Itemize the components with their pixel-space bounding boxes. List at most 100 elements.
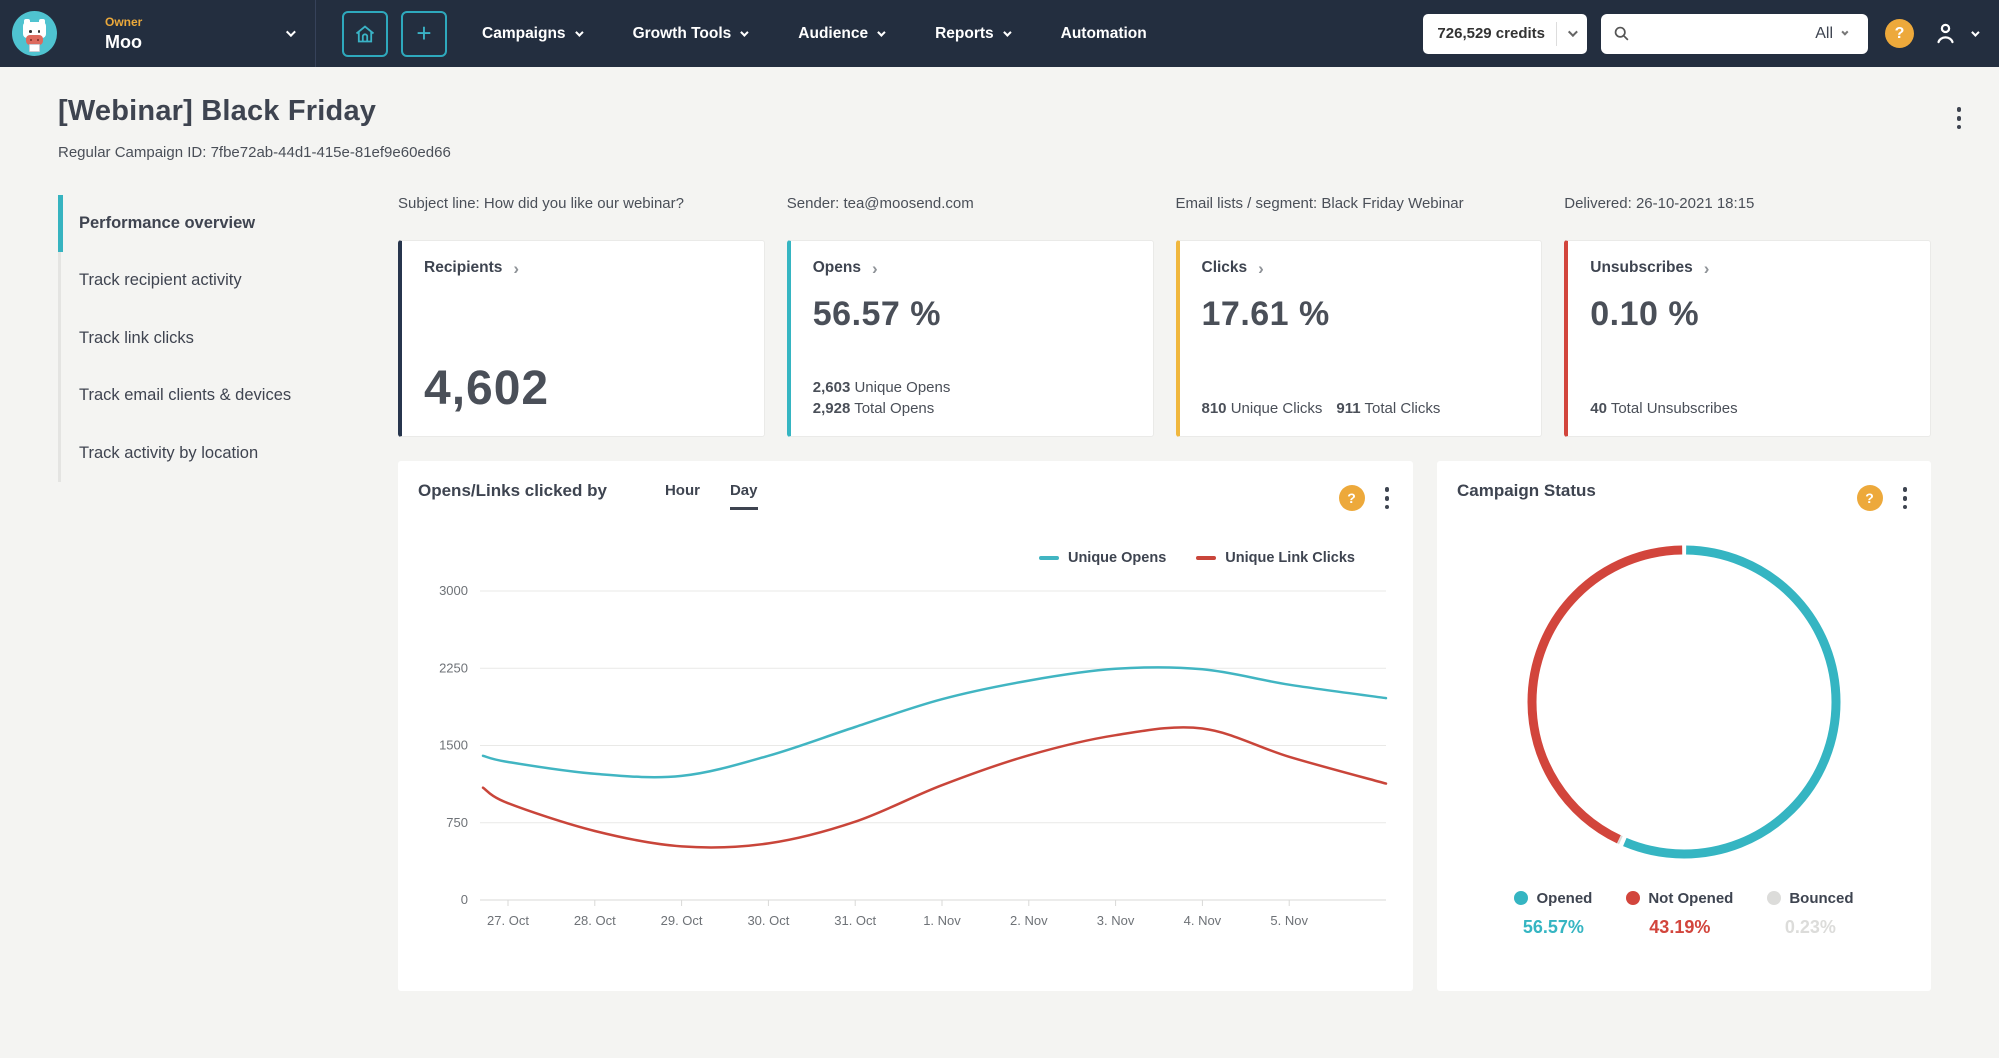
menu-label: Automation (1060, 24, 1147, 42)
legend-percent: 43.19% (1649, 916, 1711, 937)
clicks-card-link[interactable]: Clicks › (1202, 259, 1520, 277)
opens-rate: 56.57 % (812, 295, 942, 333)
owner-label: Owner (105, 14, 143, 29)
legend-label: Unique Opens (1067, 549, 1167, 566)
panel-title: Campaign Status (1457, 481, 1596, 500)
sidebar-item-track-recipient-activity[interactable]: Track recipient activity (58, 252, 340, 310)
question-mark-icon: ? (1894, 24, 1905, 42)
credits-count: 726,529 credits (1437, 25, 1545, 42)
navbar-divider (315, 0, 316, 67)
chevron-down-icon (1567, 27, 1578, 38)
main-menu: Campaigns Growth Tools Audience Reports … (482, 25, 1199, 43)
legend-percent: 0.23% (1784, 916, 1836, 937)
help-button[interactable]: ? (1856, 485, 1883, 512)
unsubscribes-rate: 0.10 % (1590, 295, 1700, 333)
legend-label: Not Opened (1648, 889, 1734, 907)
plus-icon: + (416, 18, 432, 48)
chevron-down-icon (877, 27, 886, 37)
card-title: Clicks (1201, 259, 1248, 276)
unsubscribes-card: Unsubscribes › 0.10 % 40 Total Unsubscri… (1564, 240, 1931, 437)
sidebar-item-track-link-clicks[interactable]: Track link clicks (58, 309, 340, 368)
page-title: [Webinar] Black Friday (58, 95, 377, 127)
email-lists-segment: Email lists / segment: Black Friday Webi… (1175, 195, 1464, 212)
main-column: Subject line: How did you like our webin… (398, 183, 1931, 991)
svg-text:750: 750 (446, 814, 468, 829)
menu-item-reports[interactable]: Reports (935, 25, 1012, 43)
svg-text:28. Oct: 28. Oct (574, 913, 616, 928)
sidebar-item-track-email-clients[interactable]: Track email clients & devices (58, 367, 340, 425)
top-navbar: Owner Moo + Campaigns Growth Tools Audie… (0, 0, 1999, 67)
menu-label: Growth Tools (632, 24, 732, 42)
help-button[interactable]: ? (1338, 485, 1365, 512)
account-switcher[interactable]: Owner Moo (105, 14, 296, 53)
chevron-down-icon (740, 27, 749, 37)
campaign-id: Regular Campaign ID: 7fbe72ab-44d1-415e-… (58, 144, 451, 161)
search-input[interactable] (1638, 25, 1816, 42)
donut-legend: Opened 56.57% Not Opened 43.19% Bounced … (1457, 890, 1911, 938)
menu-item-campaigns[interactable]: Campaigns (482, 24, 584, 43)
tab-hour[interactable]: Hour (665, 482, 700, 510)
unsubscribes-stats: 40 Total Unsubscribes (1590, 400, 1738, 418)
menu-item-audience[interactable]: Audience (798, 24, 886, 43)
svg-text:3. Nov: 3. Nov (1097, 913, 1135, 928)
opens-links-line-chart: 0 750 1500 2250 3000 27. Oct 28. Oct 29. Oct 30.… (439, 583, 1388, 928)
legend-unique-opens[interactable]: Unique Opens (1038, 549, 1167, 566)
svg-text:30. Oct: 30. Oct (747, 913, 789, 928)
svg-text:0: 0 (461, 892, 468, 907)
menu-item-growth-tools[interactable]: Growth Tools (632, 24, 749, 43)
legend-unique-link-clicks[interactable]: Unique Link Clicks (1196, 550, 1355, 566)
chevron-down-icon (1971, 27, 1980, 37)
create-new-button[interactable]: + (401, 10, 447, 57)
menu-label: Audience (798, 24, 869, 42)
clicks-stats: 810 Unique Clicks 911 Total Clicks (1201, 400, 1441, 418)
campaign-status-panel: Campaign Status ? Opened 56.57% Not Open… (1437, 461, 1931, 991)
navbar-right: 726,529 credits All ? (1423, 13, 1980, 54)
legend-opened[interactable]: Opened 56.57% (1514, 890, 1592, 938)
sidebar-item-track-activity-by-location[interactable]: Track activity by location (58, 424, 340, 483)
menu-item-automation[interactable]: Automation (1061, 25, 1147, 43)
credits-dropdown[interactable]: 726,529 credits (1423, 13, 1587, 54)
delivered-date: Delivered: 26-10-2021 18:15 (1564, 195, 1755, 212)
home-button[interactable] (342, 10, 388, 57)
metric-cards: Recipients › 4,602 Opens › 56.57 % 2,603… (398, 240, 1931, 437)
cow-nostril (37, 39, 39, 41)
chevron-right-icon: › (1258, 258, 1264, 278)
opens-card-link[interactable]: Opens › (813, 259, 1131, 277)
sender: Sender: tea@moosend.com (786, 195, 974, 212)
envelope-icon (29, 44, 40, 52)
svg-text:1. Nov: 1. Nov (923, 913, 961, 928)
legend-not-opened[interactable]: Not Opened 43.19% (1626, 890, 1733, 938)
menu-label: Campaigns (482, 24, 566, 42)
page-actions-kebab-icon[interactable] (1953, 101, 1966, 136)
campaign-info-row: Subject line: How did you like our webin… (398, 183, 1931, 212)
recipients-card-link[interactable]: Recipients › (424, 259, 742, 277)
content: Performance overview Track recipient act… (0, 161, 1999, 991)
cow-eye (29, 30, 32, 33)
opens-card: Opens › 56.57 % 2,603 Unique Opens 2,928… (786, 240, 1154, 437)
tab-day[interactable]: Day (729, 482, 758, 510)
sidebar-item-performance-overview[interactable]: Performance overview (58, 195, 340, 253)
legend-bounced[interactable]: Bounced 0.23% (1767, 890, 1854, 938)
global-search: All (1601, 13, 1868, 54)
line-chart-legend: Unique Opens Unique Link Clicks (418, 550, 1355, 566)
user-menu[interactable] (1932, 20, 1980, 47)
unsubscribes-card-link[interactable]: Unsubscribes › (1590, 259, 1908, 277)
legend-label: Opened (1536, 889, 1593, 907)
panel-kebab-icon[interactable] (1899, 481, 1912, 516)
charts-row: Opens/Links clicked by Hour Day ? Unique… (398, 461, 1931, 991)
interval-tabs: Hour Day (665, 482, 758, 510)
svg-text:2250: 2250 (439, 660, 468, 675)
panel-kebab-icon[interactable] (1381, 481, 1394, 516)
account-avatar-cow-icon[interactable] (12, 11, 57, 56)
search-scope-dropdown[interactable]: All (1815, 25, 1849, 43)
legend-dash (1038, 555, 1059, 560)
opens-stats: 2,603 Unique Opens 2,928 Total Opens (812, 378, 951, 418)
help-button[interactable]: ? (1885, 19, 1914, 48)
panel-title: Opens/Links clicked by (418, 481, 607, 500)
report-sidebar: Performance overview Track recipient act… (58, 183, 340, 991)
cow-eye (37, 30, 40, 33)
chevron-down-icon (1841, 28, 1849, 36)
chevron-down-icon (285, 27, 296, 38)
page-header: [Webinar] Black Friday Regular Campaign … (0, 67, 1999, 161)
credits-divider (1556, 21, 1557, 46)
